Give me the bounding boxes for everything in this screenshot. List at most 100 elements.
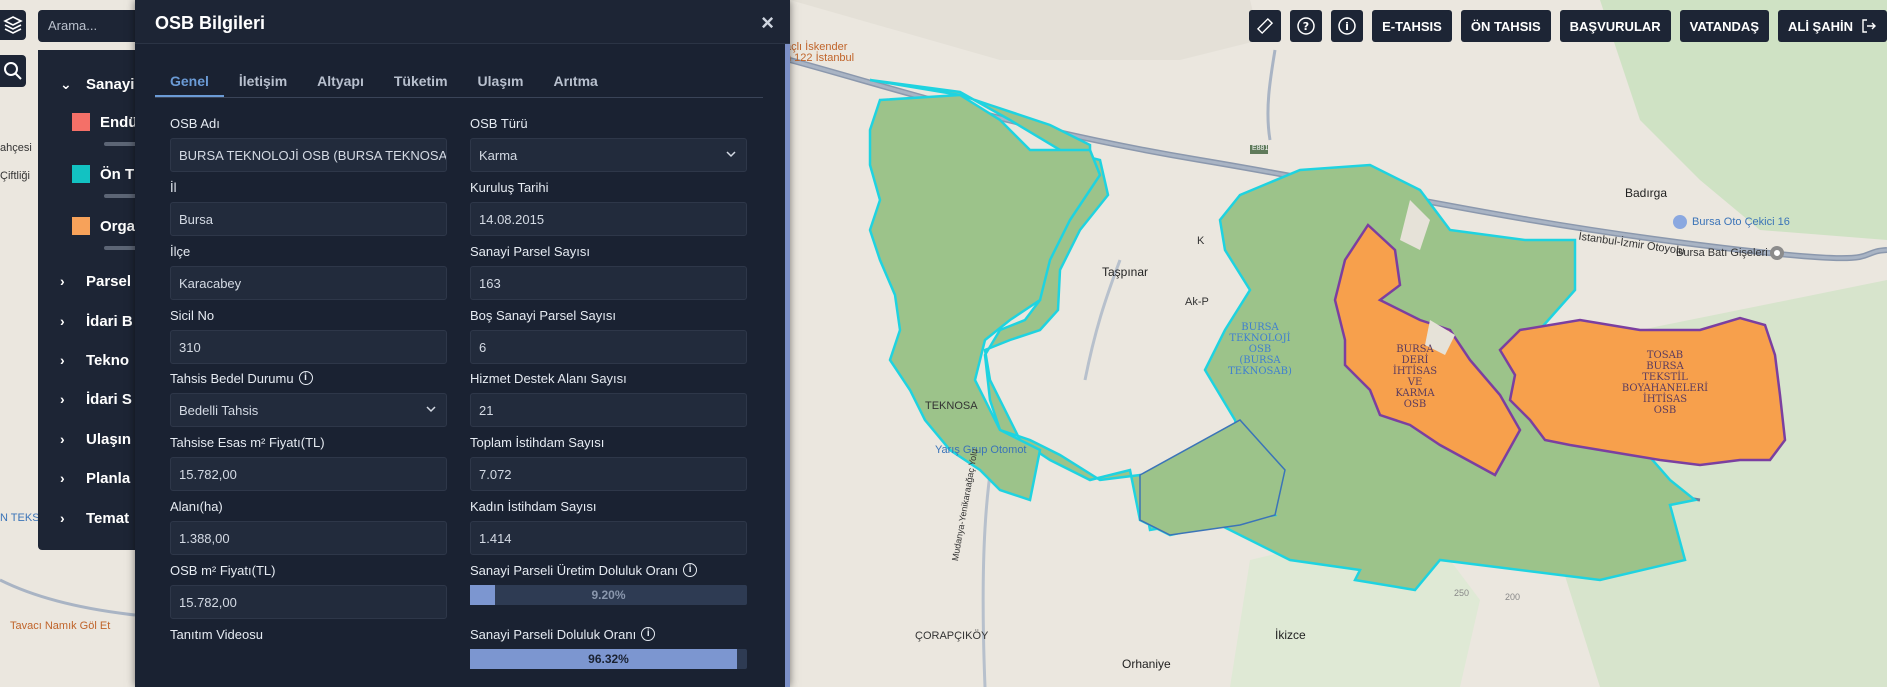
uretim-doluluk-progress: 9.20% <box>470 585 747 605</box>
tab-aritma[interactable]: Arıtma <box>538 66 612 97</box>
field-label: Toplam İstihdam Sayısı <box>470 434 605 450</box>
map-label-ciftligi: Çiftliği <box>0 170 30 182</box>
alani-input[interactable]: 1.388,00 <box>170 521 447 555</box>
chevron-right-icon: › <box>60 510 65 526</box>
ilce-input[interactable]: Karacabey <box>170 266 447 300</box>
tahsis-bedel-durumu-select[interactable]: Bedelli Tahsis <box>170 393 447 427</box>
field-sicil-no: Sicil No 310 <box>170 306 447 364</box>
map-label-otocekici: Bursa Oto Çekici 16 <box>1692 216 1790 228</box>
field-label: Boş Sanayi Parsel Sayısı <box>470 307 616 323</box>
field-label: Alanı(ha) <box>170 498 223 514</box>
layer-group-idari-b[interactable]: › İdari B <box>60 309 133 333</box>
field-doluluk-orani: Sanayi Parseli Doluluk Oranı i 96.32% <box>470 625 747 669</box>
legend-item-endustri[interactable]: Endü <box>72 113 138 131</box>
map-label-ahcesi: ahçesi <box>0 142 32 154</box>
legend-item-ontahsis[interactable]: Ön T <box>72 165 134 183</box>
tahsise-esas-fiyat-input[interactable]: 15.782,00 <box>170 457 447 491</box>
tab-ulasim[interactable]: Ulaşım <box>463 66 539 97</box>
layer-group-ulasim[interactable]: › Ulaşın <box>60 427 131 451</box>
map-label-istanbul122: n 122 İstanbul <box>785 52 855 64</box>
select-value: Karma <box>479 148 518 163</box>
field-label: İlçe <box>170 243 191 259</box>
help-button[interactable]: ? <box>1290 10 1323 42</box>
chevron-right-icon: › <box>60 313 65 329</box>
kadin-istihdam-input[interactable]: 1.414 <box>470 521 747 555</box>
basvurular-button[interactable]: BAŞVURULAR <box>1559 10 1671 42</box>
layer-group-idari-s[interactable]: › İdari S <box>60 387 132 411</box>
field-label-text: Tahsis Bedel Durumu <box>170 370 294 386</box>
field-sanayi-parsel-sayisi: Sanayi Parsel Sayısı 163 <box>470 242 747 300</box>
info-icon: i <box>1338 17 1356 35</box>
layer-group-label: Sanayi <box>86 75 135 93</box>
user-button[interactable]: ALİ ŞAHİN <box>1778 10 1887 42</box>
progress-text: 9.20% <box>591 588 626 602</box>
close-icon[interactable]: × <box>761 10 774 36</box>
tab-tuketim[interactable]: Tüketim <box>379 66 463 97</box>
search-input[interactable]: Arama... <box>38 10 148 42</box>
chevron-right-icon: › <box>60 470 65 486</box>
select-value: Bedelli Tahsis <box>179 403 259 418</box>
layer-group-tematik[interactable]: › Temat <box>60 506 129 530</box>
field-label: Sanayi Parsel Sayısı <box>470 243 590 259</box>
field-label: Tanıtım Videosu <box>170 626 263 642</box>
hizmet-destek-alani-input[interactable]: 21 <box>470 393 747 427</box>
map-label-k: K <box>1197 235 1205 247</box>
map-label-taspinar: Taşpınar <box>1102 265 1149 279</box>
field-il: İl Bursa <box>170 178 447 236</box>
il-input[interactable]: Bursa <box>170 202 447 236</box>
field-toplam-istihdam: Toplam İstihdam Sayısı 7.072 <box>470 433 747 491</box>
info-icon[interactable]: i <box>683 563 698 577</box>
osb-turu-select[interactable]: Karma <box>470 138 747 172</box>
polygon-label-tosab: TOSAB BURSA TEKSTİL BOYAHANELERİ İHTİSAS… <box>1621 350 1709 416</box>
field-tahsis-bedel-durumu: Tahsis Bedel Durumu i Bedelli Tahsis <box>170 369 447 427</box>
e-tahsis-button[interactable]: E-TAHSIS <box>1372 10 1452 42</box>
map-label-ikizce: İkizce <box>1275 628 1306 642</box>
field-ilce: İlçe Karacabey <box>170 242 447 300</box>
map-label-corapcikoy: ÇORAPÇIKÖY <box>915 630 989 642</box>
logout-icon <box>1862 19 1876 33</box>
on-tahsis-button[interactable]: ÖN TAHSIS <box>1460 10 1551 42</box>
osb-m2-fiyati-input[interactable]: 15.782,00 <box>170 585 447 619</box>
search-button[interactable] <box>0 55 26 87</box>
layers-button[interactable] <box>0 10 26 40</box>
legend-item-organize[interactable]: Orga <box>72 217 135 235</box>
field-label: Hizmet Destek Alanı Sayısı <box>470 370 627 386</box>
chevron-right-icon: › <box>60 391 65 407</box>
dialog-scrollbar[interactable] <box>785 44 790 687</box>
tab-iletisim[interactable]: İletişim <box>224 66 302 97</box>
legend-label: Ön T <box>100 165 135 183</box>
info-icon[interactable]: i <box>641 627 656 641</box>
ruler-button[interactable] <box>1249 10 1282 42</box>
field-label: OSB Türü <box>470 115 528 131</box>
field-label: Sicil No <box>170 307 215 323</box>
layer-group-sanayi[interactable]: ⌄ Sanayi <box>60 72 134 96</box>
top-toolbar: ? i E-TAHSIS ÖN TAHSIS BAŞVURULAR VATAND… <box>1249 10 1887 42</box>
svg-text:?: ? <box>1303 20 1309 33</box>
field-label: Tahsise Esas m² Fiyatı(TL) <box>170 434 325 450</box>
sicil-no-input[interactable]: 310 <box>170 330 447 364</box>
vatandas-button[interactable]: VATANDAŞ <box>1679 10 1769 42</box>
field-label: Sanayi Parseli Doluluk Oranı i <box>470 625 747 643</box>
help-icon: ? <box>1297 17 1315 35</box>
kurulus-tarihi-input[interactable]: 14.08.2015 <box>470 202 747 236</box>
info-button[interactable]: i <box>1331 10 1364 42</box>
field-label: Kadın İstihdam Sayısı <box>470 498 597 514</box>
tab-altyapi[interactable]: Altyapı <box>302 66 379 97</box>
toplam-istihdam-input[interactable]: 7.072 <box>470 457 747 491</box>
field-label: Sanayi Parseli Üretim Doluluk Oranı i <box>470 561 747 579</box>
sanayi-parsel-sayisi-input[interactable]: 163 <box>470 266 747 300</box>
chevron-down-icon <box>426 406 436 413</box>
bos-sanayi-parsel-sayisi-input[interactable]: 6 <box>470 330 747 364</box>
polygon-label-teknosab: BURSA TEKNOLOJİ OSB (BURSA TEKNOSAB) <box>1228 322 1292 377</box>
map-label-e881: E881 <box>1252 145 1269 152</box>
layer-group-parsel[interactable]: › Parsel <box>60 269 131 293</box>
layer-group-planlar[interactable]: › Planla <box>60 466 130 490</box>
chevron-right-icon: › <box>60 273 65 289</box>
layer-group-label: Planla <box>86 469 131 487</box>
layer-group-label: Parsel <box>86 272 132 290</box>
osb-adi-input[interactable]: BURSA TEKNOLOJİ OSB (BURSA TEKNOSAB) <box>170 138 447 172</box>
tab-genel[interactable]: Genel <box>155 66 224 97</box>
info-icon[interactable]: i <box>298 371 313 385</box>
layer-group-tekno[interactable]: › Tekno <box>60 348 129 372</box>
map-label-badirga: Badırga <box>1625 186 1668 200</box>
